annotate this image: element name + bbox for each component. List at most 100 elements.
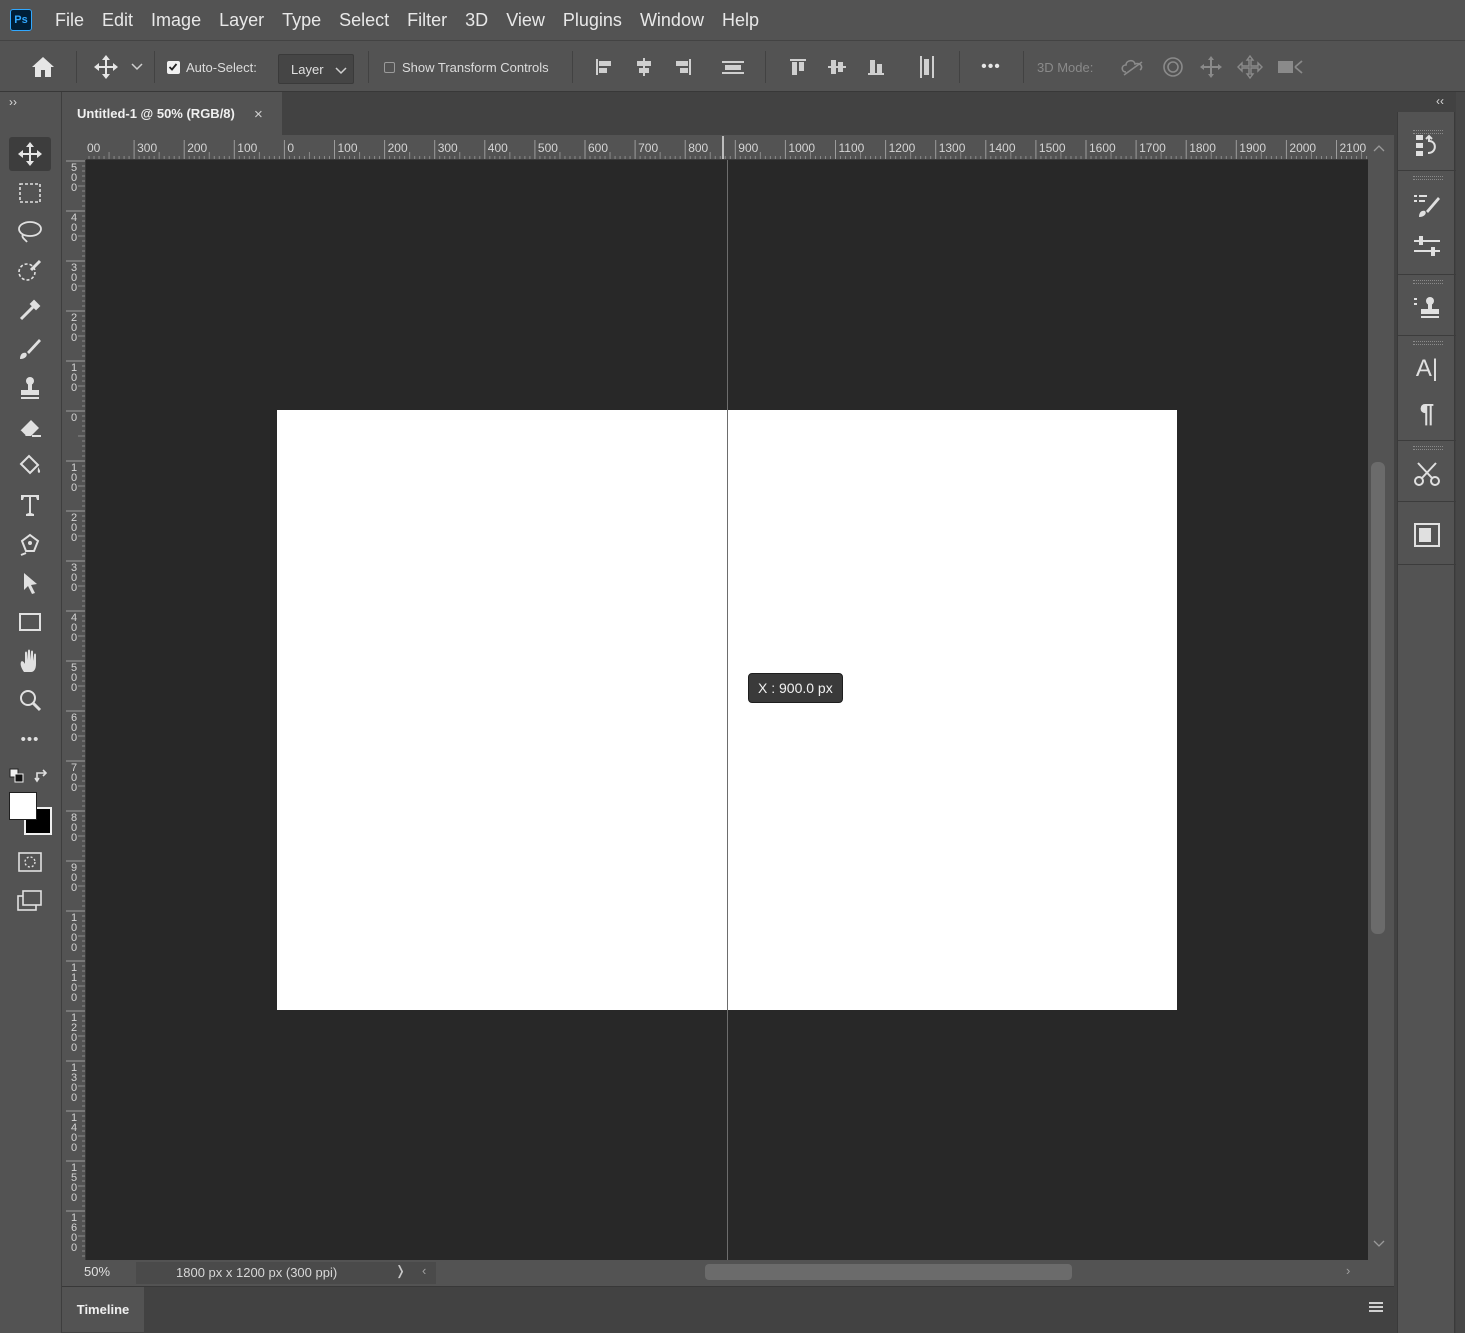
menu-view[interactable]: View	[497, 0, 554, 40]
vertical-scrollbar[interactable]	[1368, 136, 1394, 1260]
default-colors-icon[interactable]	[9, 768, 25, 789]
align-right-icon[interactable]	[671, 41, 695, 93]
menu-file[interactable]: File	[46, 0, 93, 40]
document-tab[interactable]: Untitled-1 @ 50% (RGB/8) ×	[62, 92, 282, 135]
screen-mode-icon[interactable]	[9, 884, 51, 918]
zoom-tool-icon[interactable]	[9, 683, 51, 717]
edit-toolbar-button[interactable]: •••	[9, 722, 51, 756]
menu-select[interactable]: Select	[330, 0, 398, 40]
3d-camera-icon[interactable]	[1274, 41, 1306, 93]
quick-selection-icon[interactable]	[9, 254, 51, 288]
ruler-label: 200	[70, 512, 78, 544]
ruler-label: 1800	[1189, 141, 1216, 155]
clone-source-icon[interactable]	[1410, 291, 1444, 325]
menu-type[interactable]: Type	[273, 0, 330, 40]
paragraph-panel-icon[interactable]: ¶	[1410, 396, 1444, 430]
ruler-label: 1200	[888, 141, 916, 155]
tools-panel: ›› •••	[0, 92, 62, 1333]
menu-filter[interactable]: Filter	[398, 0, 456, 40]
ruler-label: 2100	[1339, 141, 1367, 155]
rectangle-tool-icon[interactable]	[9, 605, 51, 639]
pen-tool-icon[interactable]	[9, 527, 51, 561]
quick-mask-icon[interactable]	[9, 845, 51, 879]
app-logo[interactable]: Ps	[10, 9, 32, 31]
auto-select-checkbox[interactable]	[166, 41, 180, 93]
path-selection-icon[interactable]	[9, 566, 51, 600]
auto-select-label: Auto-Select:	[186, 59, 257, 75]
ruler-label: 1000	[70, 912, 78, 954]
ruler-origin[interactable]	[62, 136, 86, 160]
ruler-label: 700	[70, 762, 78, 794]
vertical-guide[interactable]	[727, 160, 728, 1260]
horizontal-ruler[interactable]: 00 300 200 100 0 100 200 300 400 500 600 700 800 900 1…	[86, 136, 1368, 160]
auto-select-target-dropdown[interactable]: Layer	[278, 54, 354, 84]
ruler-label: 400	[70, 212, 78, 244]
ruler-label: 800	[688, 141, 709, 155]
photoshop-window: Ps File Edit Image Layer Type Select Fil…	[0, 0, 1465, 1333]
history-panel-icon[interactable]	[1410, 128, 1444, 162]
align-top-icon[interactable]	[786, 41, 810, 93]
menu-window[interactable]: Window	[631, 0, 713, 40]
brush-icon[interactable]	[9, 332, 51, 366]
scroll-left-icon[interactable]: ‹	[422, 1263, 426, 1278]
horizontal-scroll-thumb[interactable]	[705, 1264, 1072, 1280]
tool-preset-chevron-down-icon[interactable]	[128, 41, 146, 93]
show-transform-checkbox[interactable]	[382, 41, 396, 93]
ruler-label: 2000	[1289, 141, 1317, 155]
3d-slide-icon[interactable]	[1235, 41, 1265, 93]
collapse-toolbar-button[interactable]: ››	[9, 95, 17, 109]
align-left-icon[interactable]	[592, 41, 616, 93]
adjustments-icon[interactable]	[1410, 230, 1444, 264]
clone-stamp-icon[interactable]	[9, 371, 51, 405]
align-bottom-icon[interactable]	[864, 41, 888, 93]
panel-menu-icon[interactable]	[1368, 1300, 1384, 1319]
vertical-scroll-thumb[interactable]	[1371, 462, 1385, 934]
3d-orbit-icon[interactable]	[1118, 41, 1148, 93]
menu-image[interactable]: Image	[142, 0, 210, 40]
menu-layer[interactable]: Layer	[210, 0, 273, 40]
align-horizontal-center-icon[interactable]	[632, 41, 656, 93]
scroll-right-icon[interactable]: ›	[1346, 1263, 1350, 1278]
ruler-label: 00	[87, 141, 101, 155]
ruler-label: 1000	[788, 141, 816, 155]
right-panel-dock: ‹‹ A| ¶	[1394, 92, 1465, 1333]
vertical-ruler[interactable]: 500 400 300 200 100 0 100 200 300 400 500 600 700 800…	[62, 160, 86, 1260]
character-panel-icon[interactable]: A|	[1410, 352, 1444, 386]
timeline-tab[interactable]: Timeline	[62, 1287, 144, 1332]
distribute-horizontal-icon[interactable]	[720, 41, 746, 93]
tool-presets-icon[interactable]	[1410, 457, 1444, 491]
eyedropper-icon[interactable]	[9, 293, 51, 327]
paint-bucket-icon[interactable]	[9, 449, 51, 483]
rectangular-marquee-icon[interactable]	[9, 176, 51, 210]
status-menu-button[interactable]: ❭	[395, 1263, 406, 1279]
menu-3d[interactable]: 3D	[456, 0, 497, 40]
menu-help[interactable]: Help	[713, 0, 768, 40]
more-options-button[interactable]: •••	[976, 41, 1006, 93]
swap-colors-icon[interactable]	[34, 768, 50, 789]
eraser-icon[interactable]	[9, 410, 51, 444]
ruler-label: 0	[287, 141, 295, 155]
home-icon[interactable]	[26, 41, 60, 93]
foreground-color-swatch[interactable]	[9, 792, 37, 820]
scroll-down-icon[interactable]	[1373, 1240, 1385, 1248]
libraries-panel-icon[interactable]	[1410, 518, 1444, 552]
scroll-up-icon[interactable]	[1373, 144, 1385, 152]
3d-pan-icon[interactable]	[1196, 41, 1226, 93]
menu-edit[interactable]: Edit	[93, 0, 142, 40]
expand-panels-button[interactable]: ‹‹	[1436, 94, 1444, 108]
close-icon[interactable]: ×	[254, 106, 263, 123]
menu-plugins[interactable]: Plugins	[554, 0, 631, 40]
move-tool-icon[interactable]	[9, 137, 51, 171]
zoom-level-field[interactable]: 50%	[84, 1264, 110, 1279]
align-vertical-center-icon[interactable]	[825, 41, 849, 93]
canvas-workspace[interactable]: X : 900.0 px	[86, 160, 1368, 1260]
lasso-icon[interactable]	[9, 215, 51, 249]
type-tool-icon[interactable]	[9, 488, 51, 522]
ruler-label: 100	[70, 462, 78, 494]
hand-tool-icon[interactable]	[9, 644, 51, 678]
ruler-label: 900	[70, 862, 78, 894]
brush-settings-icon[interactable]	[1410, 188, 1444, 222]
move-tool-icon[interactable]	[90, 41, 122, 93]
distribute-vertical-icon[interactable]	[915, 41, 939, 93]
3d-roll-icon[interactable]	[1158, 41, 1188, 93]
